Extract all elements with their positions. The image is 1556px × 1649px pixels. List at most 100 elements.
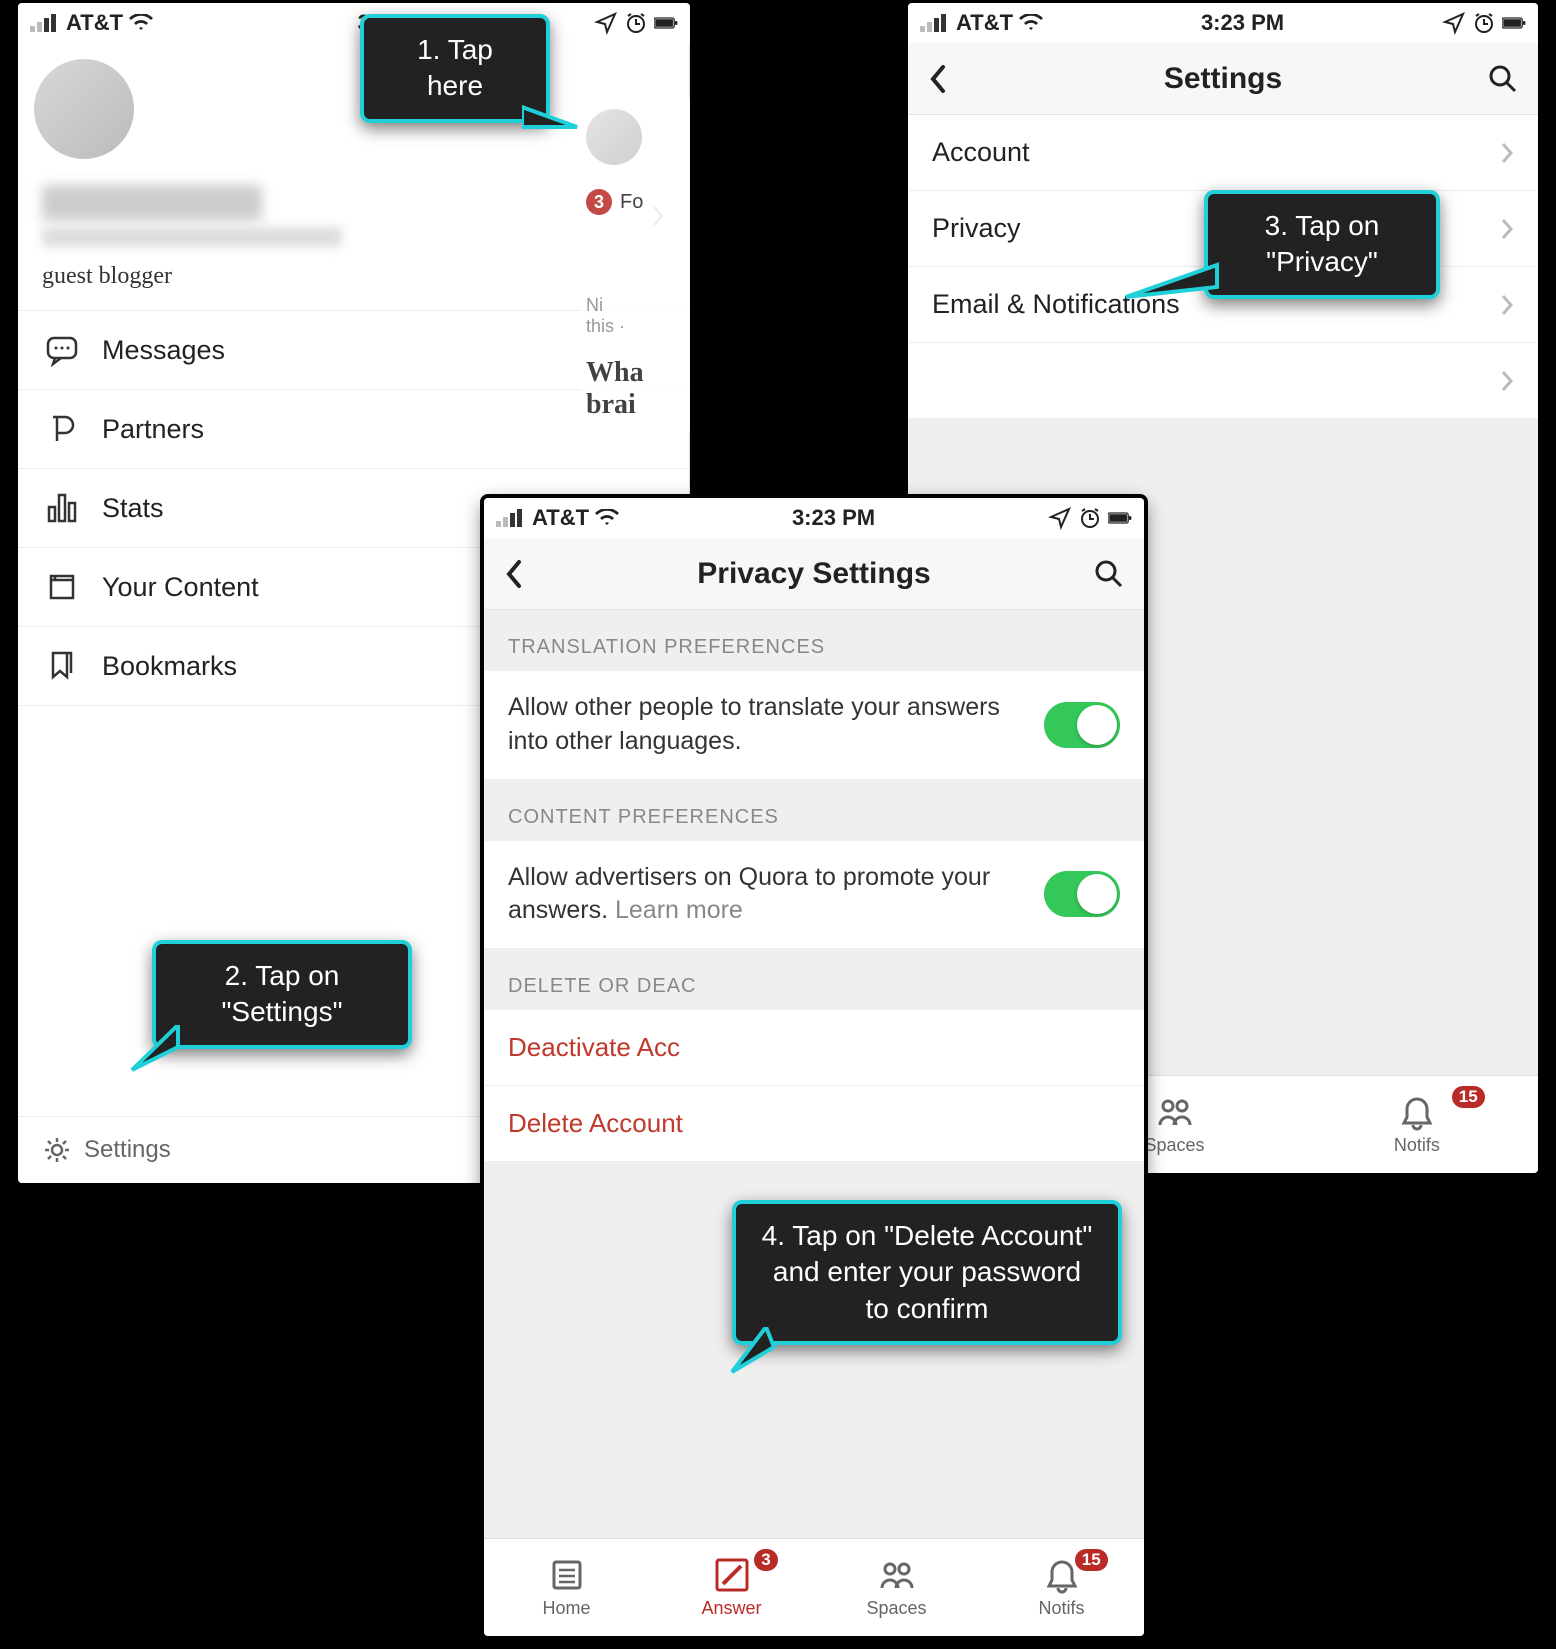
feed-topic[interactable]: 3 Fo: [586, 189, 684, 215]
chevron-right-icon: [1500, 141, 1514, 165]
alarm-icon: [1078, 506, 1102, 530]
toggle-translation[interactable]: [1044, 702, 1120, 748]
search-button[interactable]: [1478, 64, 1518, 94]
tab-notifs[interactable]: Notifs 15: [1296, 1076, 1538, 1173]
row-label: Bookmarks: [102, 651, 237, 682]
row-label: Messages: [102, 335, 225, 366]
content-icon: [42, 570, 82, 604]
messages-icon: [42, 333, 82, 367]
tab-spaces[interactable]: Spaces: [814, 1539, 979, 1636]
row-label: Privacy: [932, 213, 1021, 244]
tab-home[interactable]: Home: [484, 1539, 649, 1636]
profile-bio: guest blogger: [42, 263, 665, 290]
tab-label: Answer: [701, 1598, 761, 1619]
profile-avatar[interactable]: [34, 59, 134, 159]
callout-4: 4. Tap on "Delete Account" and enter you…: [732, 1200, 1122, 1345]
chevron-left-icon: [928, 64, 946, 94]
callout-tail-icon: [128, 1025, 188, 1075]
tab-bar: Home Answer 3 Spaces Notifs 15: [484, 1538, 1144, 1636]
gear-icon: [42, 1135, 72, 1165]
profile-name-blurred: [42, 185, 262, 221]
wifi-icon: [595, 509, 619, 527]
row-label: [932, 365, 940, 396]
tab-badge: 3: [754, 1549, 777, 1571]
carrier-label: AT&T: [532, 505, 589, 531]
profile-sub-blurred: [42, 227, 342, 247]
wifi-icon: [1019, 14, 1043, 32]
nav-bar: Settings: [908, 43, 1538, 115]
answer-icon: [713, 1556, 751, 1594]
setting-text: Allow advertisers on Quora to promote yo…: [508, 861, 1044, 929]
wifi-icon: [129, 14, 153, 32]
delete-account-row[interactable]: Delete Account: [484, 1086, 1144, 1162]
carrier-label: AT&T: [956, 10, 1013, 36]
section-delete: DELETE OR DEAC: [484, 949, 1144, 1010]
settings-item-account[interactable]: Account: [908, 115, 1538, 191]
setting-text: Allow other people to translate your ans…: [508, 691, 1044, 759]
alarm-icon: [1472, 11, 1496, 35]
screen-privacy: AT&T 3:23 PM Privacy Settings TRANSLATIO…: [484, 498, 1144, 1636]
bookmarks-icon: [42, 649, 82, 683]
back-button[interactable]: [504, 559, 544, 589]
location-icon: [1442, 11, 1466, 35]
feed-question[interactable]: Wha brai: [586, 357, 684, 421]
nav-bar: Privacy Settings: [484, 538, 1144, 610]
row-label: Your Content: [102, 572, 259, 603]
search-icon: [1094, 559, 1124, 589]
row-label: Stats: [102, 493, 164, 524]
callout-3: 3. Tap on "Privacy": [1204, 190, 1440, 299]
tab-badge: 15: [1452, 1086, 1485, 1108]
feed-byline: Ni this ·: [586, 295, 684, 337]
status-bar: AT&T 3:23 PM: [908, 3, 1538, 43]
row-label: Partners: [102, 414, 204, 445]
status-time: 3:23 PM: [1201, 10, 1284, 36]
feed-peek[interactable]: 3 Fo Ni this · Wha brai: [580, 99, 690, 431]
tab-badge: 15: [1075, 1549, 1108, 1571]
location-icon: [594, 11, 618, 35]
setting-advertisers: Allow advertisers on Quora to promote yo…: [484, 841, 1144, 950]
toggle-advertisers[interactable]: [1044, 871, 1120, 917]
chevron-right-icon: [1500, 369, 1514, 393]
feed-avatar[interactable]: [586, 109, 642, 165]
spaces-icon: [1156, 1093, 1194, 1131]
row-label: Deactivate Acc: [508, 1032, 680, 1063]
section-translation: TRANSLATION PREFERENCES: [484, 610, 1144, 671]
callout-1: 1. Tap here: [360, 14, 550, 123]
tab-label: Notifs: [1394, 1135, 1440, 1156]
deactivate-account-row[interactable]: Deactivate Acc: [484, 1010, 1144, 1086]
tab-answer[interactable]: Answer 3: [649, 1539, 814, 1636]
bell-icon: [1398, 1093, 1436, 1131]
status-bar: AT&T 3:23 PM: [484, 498, 1144, 538]
alarm-icon: [624, 11, 648, 35]
nav-title: Settings: [968, 62, 1478, 96]
setting-translation: Allow other people to translate your ans…: [484, 671, 1144, 780]
partners-icon: [42, 412, 82, 446]
battery-icon: [1108, 506, 1132, 530]
settings-item-blank[interactable]: [908, 343, 1538, 419]
home-icon: [548, 1556, 586, 1594]
tab-notifs[interactable]: Notifs 15: [979, 1539, 1144, 1636]
location-icon: [1048, 506, 1072, 530]
tab-label: Home: [542, 1598, 590, 1619]
row-label: Account: [932, 137, 1030, 168]
back-button[interactable]: [928, 64, 968, 94]
carrier-label: AT&T: [66, 10, 123, 36]
learn-more-link[interactable]: Learn more: [615, 896, 743, 924]
signal-icon: [920, 14, 950, 32]
search-icon: [1488, 64, 1518, 94]
chevron-right-icon: [1500, 293, 1514, 317]
search-button[interactable]: [1084, 559, 1124, 589]
callout-tail-icon: [522, 97, 582, 137]
spaces-icon: [878, 1556, 916, 1594]
chevron-right-icon: [1500, 217, 1514, 241]
tab-label: Spaces: [1145, 1135, 1205, 1156]
tab-label: Spaces: [866, 1598, 926, 1619]
settings-label: Settings: [84, 1136, 171, 1164]
chevron-left-icon: [504, 559, 522, 589]
signal-icon: [496, 509, 526, 527]
battery-icon: [654, 11, 678, 35]
nav-title: Privacy Settings: [544, 557, 1084, 591]
callout-tail-icon: [1122, 257, 1222, 307]
status-time: 3:23 PM: [792, 505, 875, 531]
stats-icon: [42, 491, 82, 525]
